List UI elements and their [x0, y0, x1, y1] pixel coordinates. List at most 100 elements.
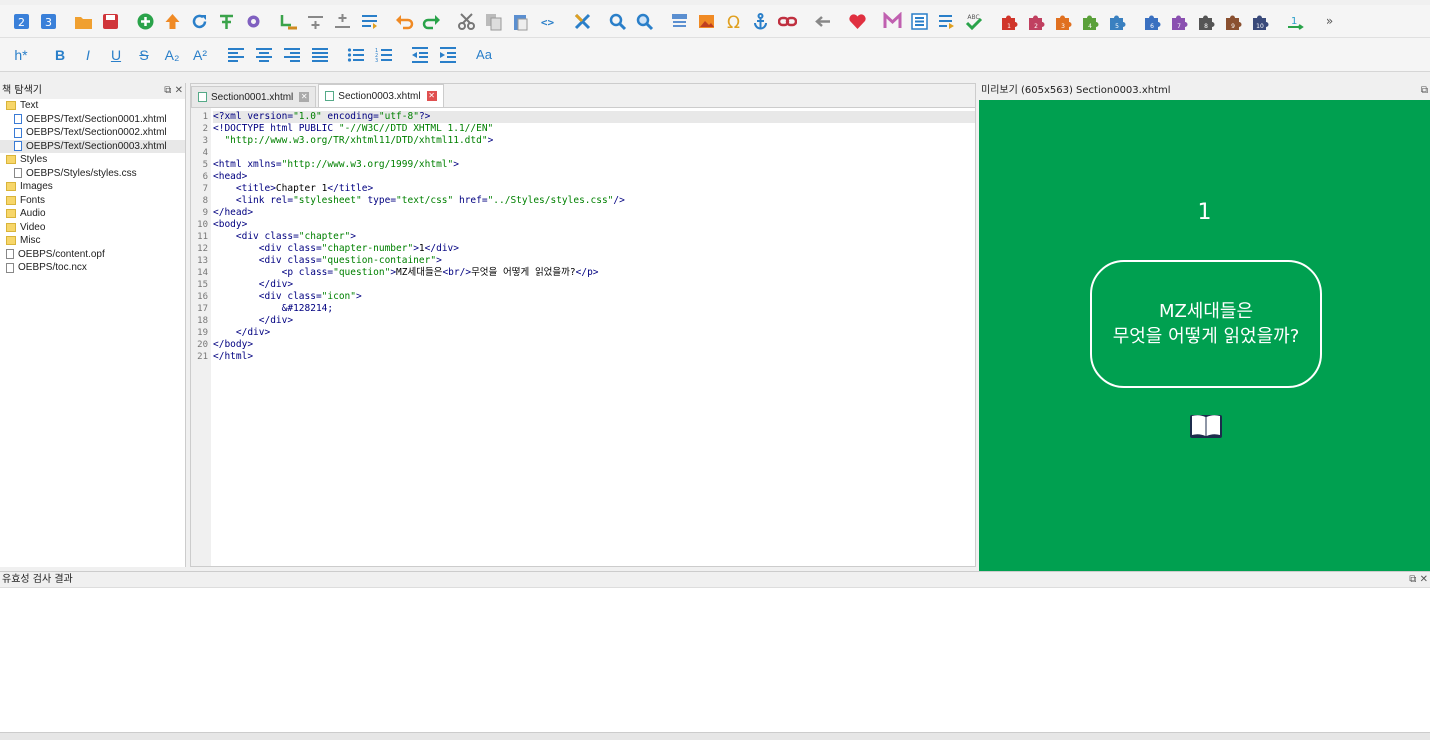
- open-folder-button[interactable]: [71, 8, 97, 34]
- split-button[interactable]: [214, 8, 240, 34]
- panel-float-close-icon[interactable]: ⧉ ✕: [1409, 572, 1428, 588]
- cut-button[interactable]: [454, 8, 480, 34]
- metadata-button[interactable]: [907, 8, 933, 34]
- heading-2-button[interactable]: 2: [9, 8, 35, 34]
- tree-folder[interactable]: Images: [0, 180, 185, 194]
- plugin-4-button[interactable]: 4: [1077, 8, 1103, 34]
- svg-text:Ω: Ω: [727, 13, 740, 31]
- strikethrough-button[interactable]: S: [130, 42, 158, 68]
- plugin-6-button[interactable]: 6: [1139, 8, 1165, 34]
- insert-above-button[interactable]: [303, 8, 329, 34]
- bold-button[interactable]: B: [46, 42, 74, 68]
- tree-file[interactable]: OEBPS/Text/Section0001.xhtml: [0, 113, 185, 127]
- paste-icon: [514, 14, 528, 30]
- svg-text:1: 1: [1291, 16, 1297, 27]
- line-number: 12: [197, 244, 208, 254]
- text-case-button[interactable]: Aa: [470, 42, 498, 68]
- align-center-button[interactable]: [250, 42, 278, 68]
- tree-file[interactable]: OEBPS/Text/Section0003.xhtml: [0, 139, 185, 153]
- undo-button[interactable]: [392, 8, 418, 34]
- tree-button[interactable]: 1: [1282, 8, 1308, 34]
- bullet-list-button[interactable]: [342, 42, 370, 68]
- file-icon: [6, 262, 14, 273]
- heading-button[interactable]: h*: [4, 42, 38, 68]
- tree-folder[interactable]: Styles: [0, 153, 185, 167]
- move-up-button[interactable]: [160, 8, 186, 34]
- list-edit-button[interactable]: [934, 8, 960, 34]
- tree-file[interactable]: OEBPS/toc.ncx: [0, 261, 185, 275]
- close-tab-icon[interactable]: ✕: [426, 91, 437, 101]
- omega-button[interactable]: Ω: [721, 8, 747, 34]
- editor-tabs: Section0001.xhtml ✕ Section0003.xhtml ✕: [191, 84, 975, 108]
- spellcheck-button[interactable]: ABC: [961, 8, 987, 34]
- image-button[interactable]: [694, 8, 720, 34]
- tree-folder[interactable]: Video: [0, 221, 185, 235]
- underline-button[interactable]: U: [102, 42, 130, 68]
- tree-folder[interactable]: Fonts: [0, 194, 185, 208]
- split-icon: [220, 14, 233, 29]
- heart-button[interactable]: [845, 8, 871, 34]
- heading-3-button[interactable]: 3: [36, 8, 62, 34]
- editor-tab[interactable]: Section0003.xhtml ✕: [318, 84, 444, 107]
- align-center-icon: [256, 47, 272, 62]
- mail-button[interactable]: [880, 8, 906, 34]
- code-text-area[interactable]: <?xml version="1.0" encoding="utf-8"?> <!…: [211, 108, 975, 566]
- italic-button[interactable]: I: [74, 42, 102, 68]
- plugin-5-button[interactable]: 5: [1104, 8, 1130, 34]
- copy-button[interactable]: [481, 8, 507, 34]
- code-tag-button[interactable]: <>: [535, 8, 561, 34]
- superscript-button[interactable]: A²: [186, 42, 214, 68]
- editor-tab[interactable]: Section0001.xhtml ✕: [191, 86, 317, 107]
- tree-item-label: OEBPS/Text/Section0002.xhtml: [26, 127, 167, 138]
- plugin-8-button[interactable]: 8: [1193, 8, 1219, 34]
- decrease-indent-button[interactable]: [406, 42, 434, 68]
- numbered-list-button[interactable]: 123: [370, 42, 398, 68]
- find-replace-button[interactable]: [632, 8, 658, 34]
- insert-list-button[interactable]: [357, 8, 383, 34]
- find-button[interactable]: [605, 8, 631, 34]
- subscript-button[interactable]: A₂: [158, 42, 186, 68]
- plugin-3-button[interactable]: 3: [1050, 8, 1076, 34]
- more-button[interactable]: »: [1317, 8, 1343, 34]
- back-arrow-button[interactable]: [810, 8, 836, 34]
- insert-below-button[interactable]: [330, 8, 356, 34]
- plugin-10-button[interactable]: 10: [1247, 8, 1273, 34]
- justify-button[interactable]: [306, 42, 334, 68]
- settings-button[interactable]: [241, 8, 267, 34]
- tree-folder[interactable]: Text: [0, 99, 185, 113]
- plugin-7-button[interactable]: 7: [1166, 8, 1192, 34]
- redo-button[interactable]: [419, 8, 445, 34]
- indent-icon: [440, 46, 456, 63]
- plugin-1-button[interactable]: 1: [996, 8, 1022, 34]
- align-right-button[interactable]: [278, 42, 306, 68]
- line-number: 20: [197, 340, 208, 350]
- line-number: 2: [202, 124, 208, 134]
- tree-folder[interactable]: Misc: [0, 234, 185, 248]
- heart-icon: [849, 13, 866, 29]
- save-button[interactable]: [98, 8, 124, 34]
- anchor-button[interactable]: [748, 8, 774, 34]
- tree-folder[interactable]: Audio: [0, 207, 185, 221]
- paste-button[interactable]: [508, 8, 534, 34]
- find-replace-icon: [636, 13, 654, 30]
- folder-icon: [6, 236, 16, 246]
- tree-file[interactable]: OEBPS/Styles/styles.css: [0, 167, 185, 181]
- line-number: 10: [197, 220, 208, 230]
- panel-float-close-icon[interactable]: ⧉ ✕: [164, 83, 183, 99]
- panel-float-icon[interactable]: ⧉: [1421, 83, 1428, 99]
- plugin-2-button[interactable]: 2: [1023, 8, 1049, 34]
- insert-file-button[interactable]: [276, 8, 302, 34]
- toc-button[interactable]: [667, 8, 693, 34]
- refresh-button[interactable]: [187, 8, 213, 34]
- close-tab-icon[interactable]: ✕: [299, 92, 310, 102]
- add-button[interactable]: [133, 8, 159, 34]
- folder-icon: [6, 155, 16, 165]
- increase-indent-button[interactable]: [434, 42, 462, 68]
- tree-file[interactable]: OEBPS/content.opf: [0, 248, 185, 262]
- close-x-button[interactable]: [570, 8, 596, 34]
- plugin-9-button[interactable]: 9: [1220, 8, 1246, 34]
- link-button[interactable]: [775, 8, 801, 34]
- align-left-button[interactable]: [222, 42, 250, 68]
- tree-item-label: Styles: [20, 154, 48, 165]
- tree-file[interactable]: OEBPS/Text/Section0002.xhtml: [0, 126, 185, 140]
